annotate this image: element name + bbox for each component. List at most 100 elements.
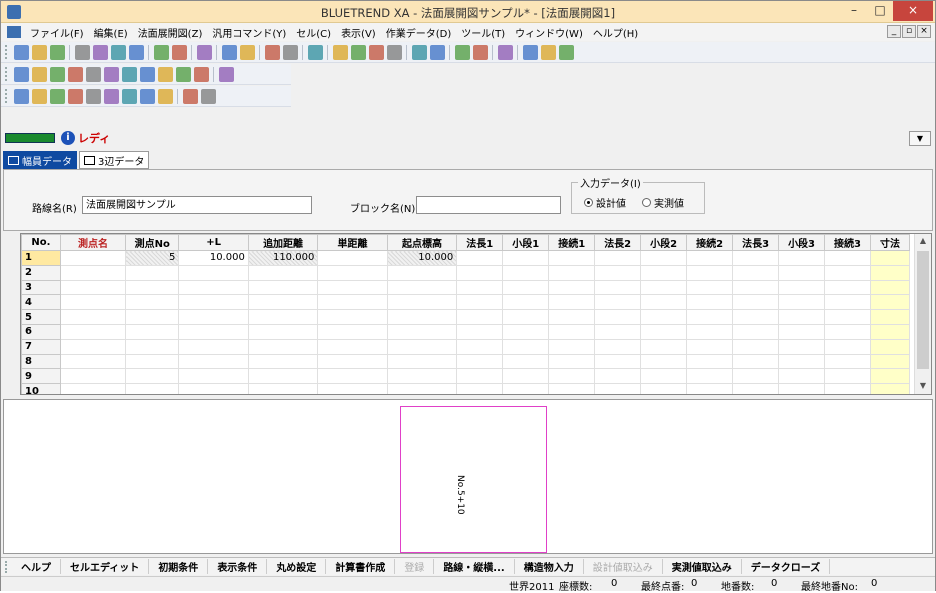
table-row[interactable]: 9 [21, 368, 910, 385]
grid-cell[interactable] [502, 383, 550, 394]
fit-icon[interactable] [31, 66, 47, 82]
grid-cell[interactable] [732, 323, 780, 340]
grid-cell[interactable] [686, 338, 734, 355]
grid-cell[interactable] [640, 353, 688, 370]
grid-cell[interactable] [594, 250, 642, 266]
grid-cell[interactable] [386, 279, 458, 296]
layers-icon[interactable] [239, 44, 255, 60]
table-row[interactable]: 10 [21, 383, 910, 394]
grid-cell[interactable] [317, 368, 388, 385]
grid-cell[interactable] [59, 309, 127, 325]
mdi-minimize-button[interactable]: _ [887, 25, 901, 38]
grid-cell[interactable] [778, 383, 826, 394]
target-icon[interactable] [497, 44, 513, 60]
grid-cell[interactable] [548, 250, 596, 266]
grid-cell[interactable]: 10.000 [386, 250, 458, 266]
list-icon[interactable] [368, 44, 384, 60]
grid-cell[interactable] [870, 279, 910, 296]
grid-cell[interactable]: 110.000 [247, 250, 319, 266]
grid-cell[interactable] [732, 264, 780, 281]
grid-cell[interactable] [456, 309, 504, 325]
grid-cell[interactable] [178, 368, 249, 385]
grid-cell[interactable]: 10.000 [178, 250, 249, 266]
copy-icon[interactable] [92, 44, 108, 60]
table-row[interactable]: 5 [21, 309, 910, 325]
new-icon[interactable] [13, 44, 29, 60]
grid-cell[interactable] [870, 368, 910, 385]
grid-cell[interactable] [686, 309, 734, 325]
grid-cell[interactable] [125, 294, 180, 311]
grid-cell[interactable] [640, 338, 688, 355]
radio-actual[interactable]: 実測値 [642, 195, 684, 210]
cross-section-icon[interactable] [85, 88, 101, 104]
grid-cell[interactable] [548, 264, 596, 281]
grid-cell[interactable] [548, 323, 596, 340]
grid-cell[interactable] [778, 323, 826, 340]
grid-cell[interactable] [824, 250, 871, 266]
sheet-icon[interactable] [31, 88, 47, 104]
grid-cell[interactable] [732, 338, 780, 355]
paste-icon[interactable] [128, 44, 144, 60]
grid-cell[interactable] [870, 383, 910, 394]
grid-cell[interactable] [594, 309, 642, 325]
grid-cell[interactable] [824, 353, 871, 370]
grid-cell[interactable] [502, 338, 550, 355]
grid-cell[interactable] [778, 264, 826, 281]
scroll-thumb[interactable] [917, 251, 929, 369]
grid-cell[interactable] [386, 338, 458, 355]
zoom-in-icon[interactable] [13, 66, 29, 82]
grid-icon[interactable] [429, 44, 445, 60]
grid-cell[interactable] [640, 294, 688, 311]
grid-cell[interactable] [686, 323, 734, 340]
grid-cell[interactable] [317, 338, 388, 355]
grid-cell[interactable] [594, 294, 642, 311]
tab-width-data[interactable]: 幅員データ [3, 151, 77, 169]
help-icon[interactable] [196, 44, 212, 60]
calc-icon[interactable] [13, 88, 29, 104]
function-key-button[interactable]: 登録 [395, 559, 435, 574]
chart-icon[interactable] [221, 44, 237, 60]
grid-cell[interactable] [59, 279, 127, 296]
cut-icon[interactable] [153, 44, 169, 60]
open-icon[interactable] [31, 44, 47, 60]
pan-icon[interactable] [49, 66, 65, 82]
grid-cell[interactable] [778, 368, 826, 385]
grid-cell[interactable] [824, 338, 871, 355]
grid-cell[interactable] [824, 294, 871, 311]
block-input[interactable] [416, 196, 561, 214]
grid-cell[interactable] [317, 309, 388, 325]
menu-item[interactable]: ファイル(F) [25, 25, 89, 40]
drawing-canvas[interactable]: No.5+10 [3, 399, 933, 554]
import-icon[interactable] [332, 44, 348, 60]
edit-icon[interactable] [121, 88, 137, 104]
grid-cell[interactable] [247, 383, 319, 394]
column-header[interactable]: 接続2 [686, 234, 734, 251]
grid-cell[interactable] [386, 309, 458, 325]
grid-cell[interactable] [778, 279, 826, 296]
function-key-button[interactable]: ヘルプ [12, 559, 61, 574]
column-header[interactable]: 接続3 [824, 234, 871, 251]
grid-cell[interactable] [870, 294, 910, 311]
document-icon[interactable] [7, 26, 21, 38]
draw-icon[interactable] [103, 88, 119, 104]
table-row[interactable]: 4 [21, 294, 910, 311]
radio-design[interactable]: 設計値 [584, 195, 626, 210]
column-header[interactable]: 法長3 [732, 234, 780, 251]
grid-cell[interactable] [386, 323, 458, 340]
grid-cell[interactable] [456, 264, 504, 281]
grid-cell[interactable] [247, 264, 319, 281]
grid-cell[interactable] [548, 294, 596, 311]
grid-cell[interactable] [247, 353, 319, 370]
grid-cell[interactable] [732, 279, 780, 296]
column-header[interactable]: 接続1 [548, 234, 596, 251]
grid-cell[interactable] [125, 264, 180, 281]
grid-cell[interactable] [824, 279, 871, 296]
column-header[interactable]: 法長1 [456, 234, 504, 251]
undo-icon[interactable] [171, 44, 187, 60]
grid-cell[interactable] [59, 383, 127, 394]
hatch-icon[interactable] [157, 66, 173, 82]
mdi-close-button[interactable]: × [917, 25, 931, 38]
grid-cell[interactable] [317, 383, 388, 394]
menu-item[interactable]: 表示(V) [336, 25, 381, 40]
column-header[interactable]: 小段3 [778, 234, 826, 251]
